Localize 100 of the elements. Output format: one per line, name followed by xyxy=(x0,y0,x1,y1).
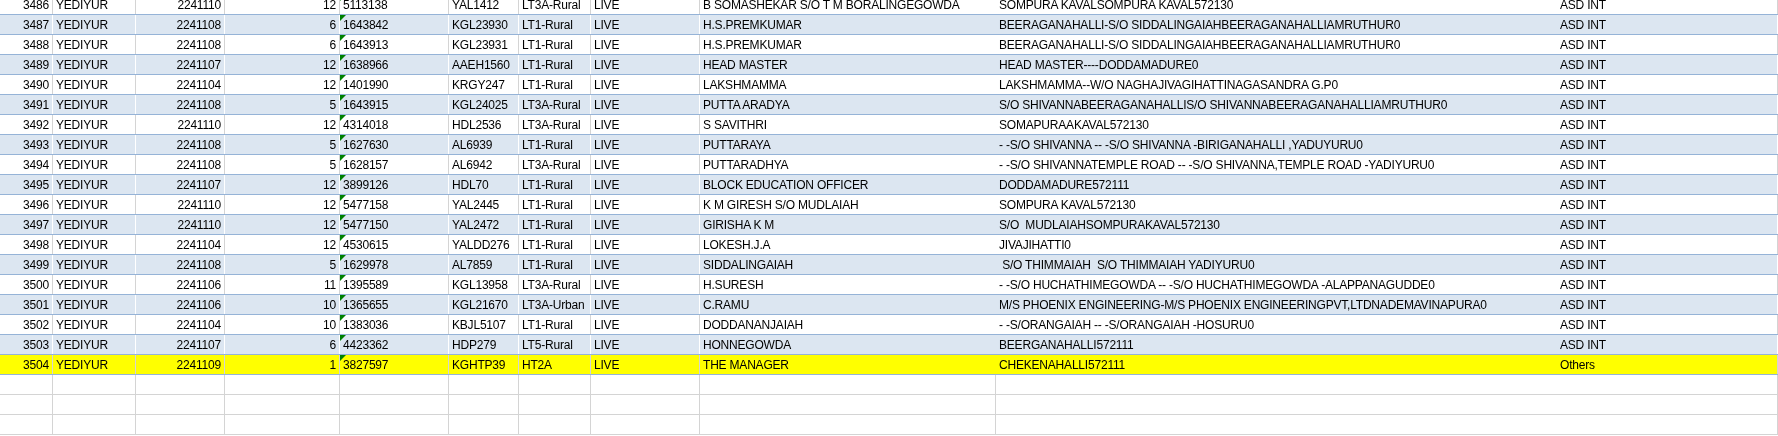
table-cell: YEDIYUR xyxy=(56,17,108,32)
table-cell: 3486 xyxy=(23,0,49,12)
table-cell: PUTTA ARADYA xyxy=(703,97,790,112)
table-cell: 3502 xyxy=(23,317,49,332)
table-cell: LT1-Rural xyxy=(522,237,573,252)
table-cell: AL7859 xyxy=(452,257,493,272)
table-cell: 2241109 xyxy=(176,357,221,372)
table-cell: 2241104 xyxy=(176,77,221,92)
table-cell: 6 xyxy=(329,17,336,32)
table-cell: LIVE xyxy=(594,297,620,312)
table-cell: LT5-Rural xyxy=(522,337,573,352)
table-cell: AAEH1560 xyxy=(452,57,510,72)
table-cell: HEAD MASTER xyxy=(703,57,788,72)
table-cell: PUTTARADHYA xyxy=(703,157,789,172)
table-cell: YEDIYUR xyxy=(56,257,108,272)
table-cell: ASD INT xyxy=(1560,117,1606,132)
table-cell: YEDIYUR xyxy=(56,197,108,212)
table-cell: 1383036 xyxy=(343,317,389,332)
table-cell: LIVE xyxy=(594,157,620,172)
table-cell: JIVAJIHATTI0 xyxy=(999,237,1071,252)
table-cell: - -S/O HUCHATHIMEGOWDA -- -S/O HUCHATHIMEGOWDA -ALAPPANAGUDDE0 xyxy=(999,277,1435,292)
table-cell: 3491 xyxy=(23,97,49,112)
table-cell: DODDANANJAIAH xyxy=(703,317,804,332)
table-cell: LT1-Rural xyxy=(522,217,573,232)
table-cell: ASD INT xyxy=(1560,97,1606,112)
table-cell: KGL23931 xyxy=(452,37,508,52)
table-cell: S SAVITHRI xyxy=(703,117,767,132)
table-cell: 1629978 xyxy=(343,257,389,272)
table-cell: 4314018 xyxy=(343,117,389,132)
table-cell: YEDIYUR xyxy=(56,177,108,192)
table-cell: HONNEGOWDA xyxy=(703,337,791,352)
table-cell: SOMPURA KAVAL572130 xyxy=(999,197,1136,212)
table-cell: 5 xyxy=(329,257,336,272)
table-cell: - -S/ORANGAIAH -- -S/ORANGAIAH -HOSURU0 xyxy=(999,317,1254,332)
table-cell: 3496 xyxy=(23,197,49,212)
table-cell: BEERAGANAHALLI-S/O SIDDALINGAIAHBEERAGANAHALLIAMRUTHUR0 xyxy=(999,17,1401,32)
table-cell: YEDIYUR xyxy=(56,357,108,372)
table-cell: LIVE xyxy=(594,57,620,72)
table-cell: KRGY247 xyxy=(452,77,505,92)
table-cell: 3501 xyxy=(23,297,49,312)
table-cell: 6 xyxy=(329,37,336,52)
table-cell: YEDIYUR xyxy=(56,337,108,352)
table-cell: ASD INT xyxy=(1560,57,1606,72)
table-cell: LT3A-Rural xyxy=(522,157,581,172)
table-cell: LT3A-Urban xyxy=(522,297,585,312)
table-cell: 1643913 xyxy=(343,37,389,52)
table-cell: 5113138 xyxy=(343,0,388,12)
table-cell: HDL2536 xyxy=(452,117,502,132)
table-cell: 12 xyxy=(323,177,336,192)
table-cell: M/S PHOENIX ENGINEERING-M/S PHOENIX ENGINEERINGPVT,LTDNADEMAVINAPURA0 xyxy=(999,297,1487,312)
table-cell: LIVE xyxy=(594,97,620,112)
table-cell: LIVE xyxy=(594,77,620,92)
table-cell: S/O MUDLAIAHSOMPURAKAVAL572130 xyxy=(999,217,1220,232)
table-cell: ASD INT xyxy=(1560,37,1606,52)
table-cell: GIRISHA K M xyxy=(703,217,775,232)
table-cell: YEDIYUR xyxy=(56,157,108,172)
table-cell: ASD INT xyxy=(1560,77,1606,92)
table-cell: LIVE xyxy=(594,117,620,132)
table-cell: SOMAPURAAKAVAL572130 xyxy=(999,117,1149,132)
table-cell: 1638966 xyxy=(343,57,389,72)
table-cell: 2241106 xyxy=(176,297,221,312)
table-cell: 12 xyxy=(323,197,336,212)
table-cell: LAKSHMAMMA--W/O NAGHAJIVAGIHATTINAGASANDRA G.P0 xyxy=(999,77,1338,92)
table-cell: LT1-Rural xyxy=(522,177,573,192)
table-cell: 12 xyxy=(323,57,336,72)
table-cell: LAKSHMAMMA xyxy=(703,77,787,92)
table-cell: 5 xyxy=(329,157,336,172)
table-cell: 3503 xyxy=(23,337,49,352)
table-cell: LT1-Rural xyxy=(522,257,573,272)
table-cell: LIVE xyxy=(594,37,620,52)
table-cell: 5 xyxy=(329,97,336,112)
table-cell: 3494 xyxy=(23,157,49,172)
table-cell: BLOCK EDUCATION OFFICER xyxy=(703,177,869,192)
table-cell: 12 xyxy=(323,117,336,132)
table-cell: LIVE xyxy=(594,17,620,32)
table-cell: LT1-Rural xyxy=(522,197,573,212)
table-cell: KGL21670 xyxy=(452,297,508,312)
table-cell: KGL23930 xyxy=(452,17,508,32)
table-cell: 2241108 xyxy=(176,17,221,32)
table-cell: 2241108 xyxy=(176,97,221,112)
table-cell: LIVE xyxy=(594,257,620,272)
table-cell: 3899126 xyxy=(343,177,389,192)
table-cell: HEAD MASTER----DODDAMADURE0 xyxy=(999,57,1199,72)
table-cell: KGHTP39 xyxy=(452,357,506,372)
table-cell: LIVE xyxy=(594,277,620,292)
table-cell: 3504 xyxy=(23,357,49,372)
table-cell: THE MANAGER xyxy=(703,357,789,372)
table-cell: ASD INT xyxy=(1560,237,1606,252)
table-cell: 1 xyxy=(329,357,336,372)
table-cell: 3827597 xyxy=(343,357,389,372)
table-cell: 2241104 xyxy=(176,317,221,332)
table-cell: YEDIYUR xyxy=(56,0,108,12)
table-cell: 3493 xyxy=(23,137,49,152)
table-cell: YEDIYUR xyxy=(56,117,108,132)
table-cell: ASD INT xyxy=(1560,217,1606,232)
table-cell: 4423362 xyxy=(343,337,389,352)
table-cell: 2241110 xyxy=(177,197,221,212)
table-cell: 1643915 xyxy=(343,97,389,112)
table-cell: 1643842 xyxy=(343,17,389,32)
table-cell: BEERGANAHALLI572111 xyxy=(999,337,1134,352)
